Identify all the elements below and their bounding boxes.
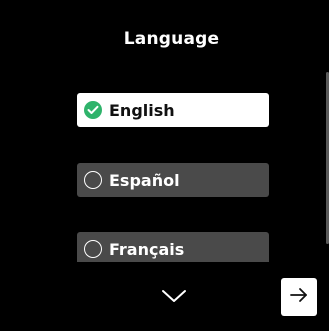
check-circle-icon bbox=[84, 101, 102, 119]
language-option-francais[interactable]: Français bbox=[77, 232, 269, 262]
arrow-right-icon bbox=[289, 287, 309, 307]
language-option-label: Français bbox=[109, 239, 185, 259]
chevron-down-icon[interactable] bbox=[161, 288, 187, 304]
language-option-label: English bbox=[109, 100, 175, 120]
radio-empty-icon bbox=[84, 171, 102, 189]
language-option-english[interactable]: English bbox=[77, 93, 269, 127]
radio-empty-icon bbox=[84, 240, 102, 258]
language-option-label: Español bbox=[109, 170, 180, 190]
language-option-espanol[interactable]: Español bbox=[77, 163, 269, 197]
next-button[interactable] bbox=[281, 278, 317, 316]
language-screen: Language English Español Français bbox=[0, 0, 329, 331]
language-list: English Español Français bbox=[0, 0, 329, 262]
